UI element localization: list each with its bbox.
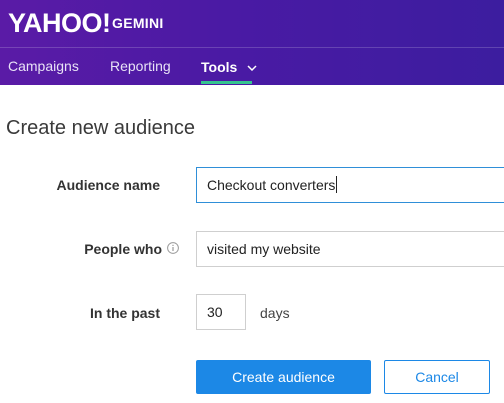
nav-reporting[interactable]: Reporting [110, 58, 171, 74]
chevron-down-icon [247, 58, 257, 74]
info-icon[interactable] [167, 241, 179, 254]
people-who-select[interactable]: visited my website [196, 231, 504, 267]
active-tab-underline [201, 81, 252, 84]
page-title: Create new audience [6, 117, 196, 139]
nav-campaigns[interactable]: Campaigns [8, 58, 79, 74]
days-input[interactable]: 30 [196, 294, 246, 330]
nav-campaigns-label: Campaigns [8, 58, 79, 74]
yahoo-logo[interactable]: YAHOO! [8, 8, 111, 39]
nav-reporting-label: Reporting [110, 58, 171, 74]
nav-tools-label: Tools [201, 59, 238, 75]
create-audience-button[interactable]: Create audience [196, 360, 371, 394]
product-name: GEMINI [112, 15, 164, 31]
top-header: YAHOO! GEMINI Campaigns Reporting Tools [0, 0, 504, 85]
main-nav: Campaigns Reporting Tools [0, 48, 504, 85]
audience-name-value: Checkout converters [207, 177, 336, 193]
days-value: 30 [207, 304, 223, 320]
days-unit-label: days [260, 305, 290, 321]
audience-name-input[interactable]: Checkout converters [196, 167, 504, 203]
people-who-value: visited my website [207, 241, 321, 257]
text-caret [336, 176, 338, 193]
nav-tools[interactable]: Tools [201, 58, 257, 75]
in-the-past-label: In the past [89, 305, 160, 321]
audience-name-label: Audience name [56, 177, 160, 193]
people-who-label: People who [84, 241, 162, 257]
cancel-button[interactable]: Cancel [384, 360, 490, 394]
